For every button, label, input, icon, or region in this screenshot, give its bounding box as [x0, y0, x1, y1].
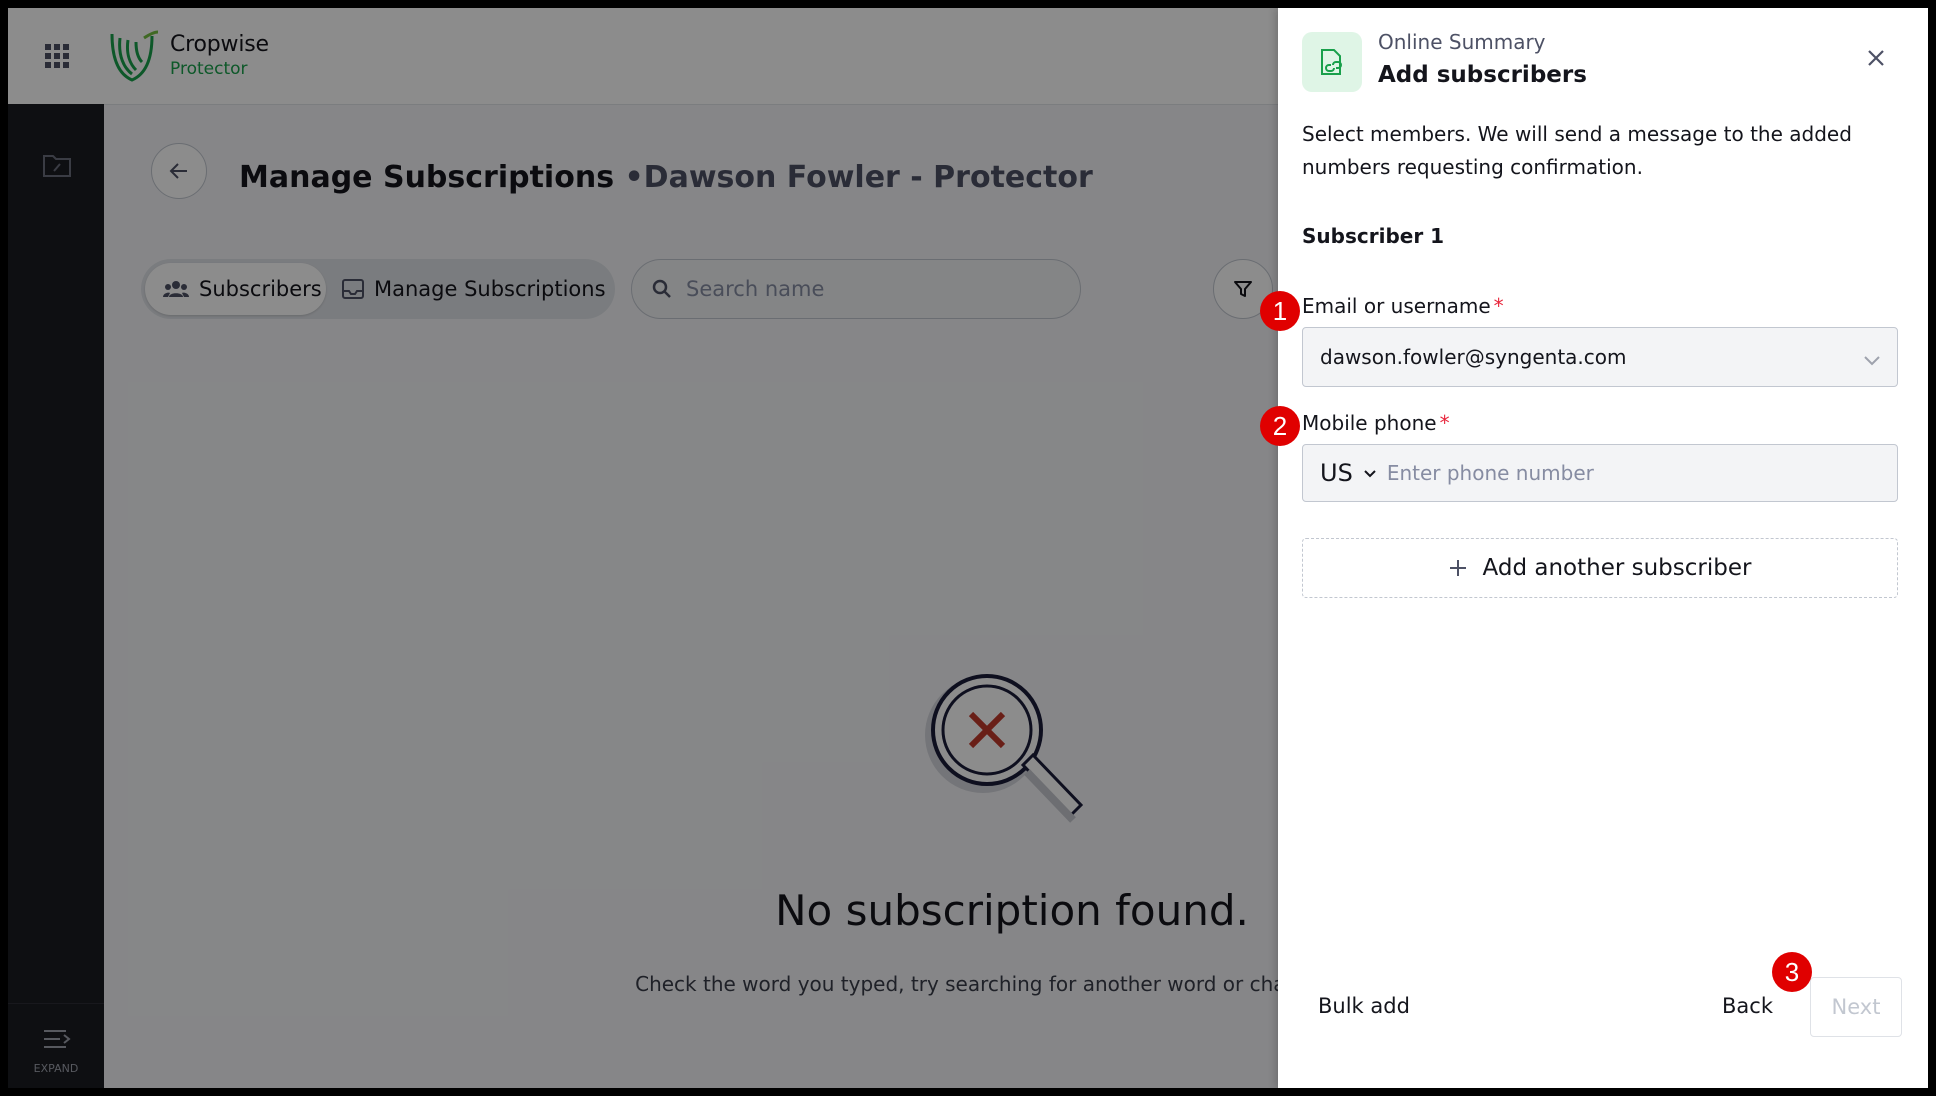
add-another-subscriber-button[interactable]: Add another subscriber: [1302, 538, 1898, 598]
drawer-title: Add subscribers: [1378, 62, 1587, 88]
document-link-icon: [1302, 32, 1362, 92]
required-mark: *: [1493, 294, 1504, 318]
annotation-marker-3: 3: [1772, 952, 1812, 992]
close-icon: [1868, 50, 1884, 66]
chevron-down-icon[interactable]: [1363, 464, 1377, 483]
drawer-intro: Select members. We will send a message t…: [1302, 122, 1852, 179]
app-window: Cropwise Protector EXPAND Manage Subscri…: [8, 8, 1928, 1088]
email-label: Email or username *: [1302, 294, 1504, 318]
phone-label-text: Mobile phone: [1302, 411, 1437, 435]
phone-field: US Enter phone number: [1302, 444, 1898, 502]
close-button[interactable]: [1856, 38, 1896, 78]
next-button[interactable]: Next: [1810, 977, 1902, 1037]
country-code-select[interactable]: US: [1320, 459, 1353, 487]
chevron-down-icon: [1863, 348, 1881, 372]
plus-icon: [1449, 560, 1466, 576]
email-select[interactable]: dawson.fowler@syngenta.com: [1302, 327, 1898, 387]
bulk-add-button[interactable]: Bulk add: [1318, 994, 1410, 1018]
required-mark: *: [1439, 411, 1450, 435]
annotation-marker-2: 2: [1260, 406, 1300, 446]
phone-label: Mobile phone *: [1302, 411, 1450, 435]
subscriber-heading: Subscriber 1: [1302, 224, 1445, 248]
add-subscribers-drawer: Online Summary Add subscribers Select me…: [1278, 8, 1928, 1088]
email-label-text: Email or username: [1302, 294, 1491, 318]
phone-input[interactable]: Enter phone number: [1387, 461, 1594, 485]
drawer-kicker: Online Summary: [1378, 30, 1546, 54]
back-button[interactable]: Back: [1722, 994, 1773, 1018]
annotation-marker-1: 1: [1260, 291, 1300, 331]
email-value: dawson.fowler@syngenta.com: [1320, 345, 1627, 369]
add-another-label: Add another subscriber: [1482, 555, 1752, 581]
